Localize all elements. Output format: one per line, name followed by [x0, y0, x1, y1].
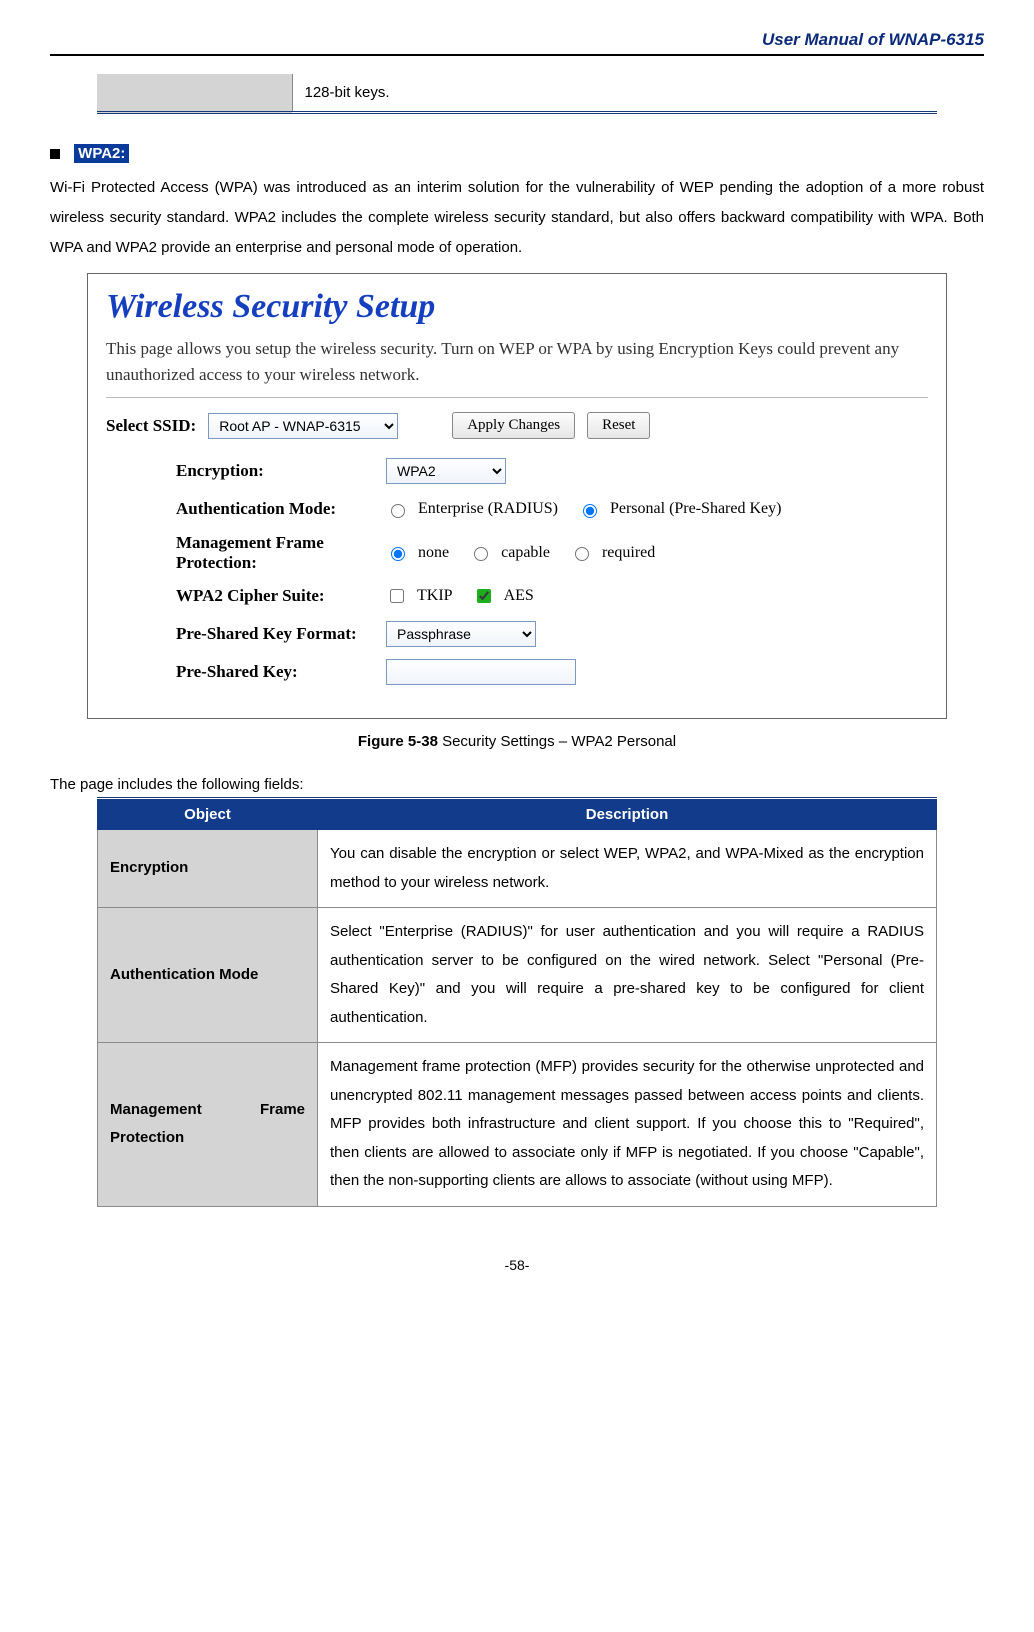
- auth-personal-label: Personal (Pre-Shared Key): [610, 500, 782, 518]
- mfp-capable-radio[interactable]: [474, 547, 488, 561]
- figure-title: Wireless Security Setup: [106, 288, 928, 326]
- desc-auth-mode: Select "Enterprise (RADIUS)" for user au…: [318, 908, 937, 1043]
- desc-encryption: You can disable the encryption or select…: [318, 830, 937, 908]
- figure-divider: [106, 397, 928, 398]
- mfp-capable-label: capable: [501, 544, 550, 562]
- psk-label: Pre-Shared Key:: [176, 662, 386, 682]
- table-row: Management Frame Protection Management f…: [98, 1043, 937, 1207]
- col-object: Object: [98, 799, 318, 830]
- cipher-aes-checkbox[interactable]: [477, 589, 491, 603]
- table-row: Encryption You can disable the encryptio…: [98, 830, 937, 908]
- figure-caption-rest: Security Settings – WPA2 Personal: [438, 733, 676, 750]
- ssid-label: Select SSID:: [106, 416, 196, 436]
- obj-mfp: Management Frame Protection: [98, 1043, 318, 1207]
- obj-encryption: Encryption: [98, 830, 318, 908]
- table-row: Authentication Mode Select "Enterprise (…: [98, 908, 937, 1043]
- reset-button[interactable]: Reset: [587, 412, 650, 439]
- top-fragment-right: 128-bit keys.: [292, 74, 937, 113]
- apply-changes-button[interactable]: Apply Changes: [452, 412, 575, 439]
- ssid-select[interactable]: Root AP - WNAP-6315: [208, 413, 398, 439]
- top-fragment-table: 128-bit keys.: [97, 74, 937, 114]
- encryption-select[interactable]: WPA2: [386, 458, 506, 484]
- figure-intro-text: This page allows you setup the wireless …: [106, 336, 928, 387]
- cipher-label: WPA2 Cipher Suite:: [176, 586, 386, 606]
- psk-format-select[interactable]: Passphrase: [386, 621, 536, 647]
- encryption-label: Encryption:: [176, 461, 386, 481]
- fields-intro: The page includes the following fields:: [50, 776, 984, 793]
- cipher-tkip-label: TKIP: [417, 587, 453, 605]
- auth-enterprise-label: Enterprise (RADIUS): [418, 500, 558, 518]
- wpa2-badge: WPA2:: [74, 144, 129, 163]
- cipher-tkip-checkbox[interactable]: [390, 589, 404, 603]
- obj-auth-mode: Authentication Mode: [98, 908, 318, 1043]
- auth-enterprise-radio[interactable]: [391, 504, 405, 518]
- page-header: User Manual of WNAP-6315: [50, 30, 984, 56]
- psk-format-label: Pre-Shared Key Format:: [176, 624, 386, 644]
- mfp-required-radio[interactable]: [575, 547, 589, 561]
- psk-input[interactable]: [386, 659, 576, 685]
- page-number: -58-: [50, 1257, 984, 1273]
- mfp-required-label: required: [602, 544, 655, 562]
- figure-caption-bold: Figure 5-38: [358, 733, 438, 750]
- desc-mfp: Management frame protection (MFP) provid…: [318, 1043, 937, 1207]
- top-fragment-left: [97, 74, 292, 113]
- figure-caption: Figure 5-38 Security Settings – WPA2 Per…: [50, 733, 984, 750]
- auth-personal-radio[interactable]: [583, 504, 597, 518]
- wpa2-heading-line: WPA2:: [50, 144, 984, 163]
- description-table: Object Description Encryption You can di…: [97, 797, 937, 1207]
- square-bullet-icon: [50, 149, 60, 159]
- mfp-label: Management Frame Protection:: [176, 533, 386, 572]
- figure-screenshot: Wireless Security Setup This page allows…: [87, 273, 947, 719]
- mfp-none-radio[interactable]: [391, 547, 405, 561]
- wpa2-paragraph: Wi-Fi Protected Access (WPA) was introdu…: [50, 173, 984, 263]
- auth-mode-label: Authentication Mode:: [176, 499, 386, 519]
- col-description: Description: [318, 799, 937, 830]
- cipher-aes-label: AES: [504, 587, 534, 605]
- mfp-none-label: none: [418, 544, 449, 562]
